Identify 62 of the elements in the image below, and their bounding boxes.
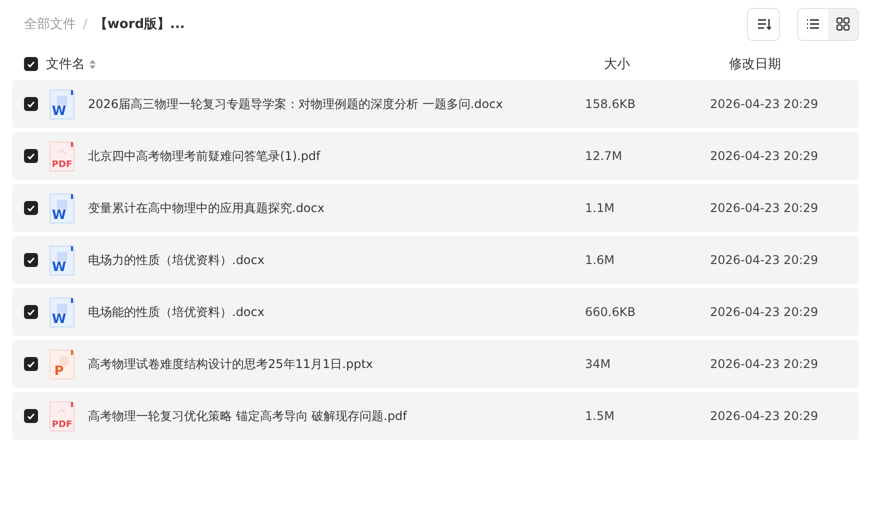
breadcrumb-current: 【word版】... — [94, 16, 185, 33]
column-header: 修改日期 — [729, 56, 781, 73]
row-checkbox[interactable] — [24, 305, 38, 319]
file-row[interactable]: W 电场能的性质（培优资料）.docx 660.6KB 2026-04-23 20:29 — [12, 288, 859, 336]
list-view-button[interactable] — [798, 8, 828, 40]
file-row[interactable]: PDF 北京四中高考物理考前疑难问答笔录(1).pdf 12.7M 2026-04-23 20:29 — [12, 132, 859, 180]
file-icon: W — [49, 244, 75, 276]
row-checkbox[interactable] — [24, 409, 38, 423]
sort-button[interactable] — [747, 8, 780, 40]
modified-date: 2026-04-23 20:29 — [710, 149, 820, 163]
file-name[interactable]: 高考物理一轮复习优化策略 锚定高考导向 破解现存问题.pdf — [88, 408, 585, 424]
row-checkbox[interactable] — [24, 253, 38, 267]
modified-date: 2026-04-23 20:29 — [710, 253, 820, 267]
check-icon — [27, 412, 35, 420]
file-name[interactable]: 变量累计在高中物理中的应用真题探究.docx — [88, 200, 585, 216]
file-name[interactable]: 高考物理试卷难度结构设计的思考25年11月1日.pptx — [88, 356, 585, 372]
check-icon — [27, 100, 35, 108]
column-header: 大小 — [604, 56, 630, 73]
list-icon — [806, 18, 820, 30]
check-icon — [27, 256, 35, 264]
file-row[interactable]: P 高考物理试卷难度结构设计的思考25年11月1日.pptx 34M 2026-04-23 20:29 — [12, 340, 859, 388]
file-row[interactable]: W 2026届高三物理一轮复习专题导学案：对物理例题的深度分析 一题多问.docx 158.6KB 2026-04-23 20:29 — [12, 80, 859, 128]
check-icon — [27, 60, 35, 68]
sort-icon — [756, 17, 770, 31]
breadcrumb-separator: / — [83, 16, 88, 32]
select-all-checkbox[interactable] — [24, 57, 38, 71]
file-size: 660.6KB — [585, 305, 636, 319]
check-icon — [27, 308, 35, 316]
file-name[interactable]: 2026届高三物理一轮复习专题导学案：对物理例题的深度分析 一题多问.docx — [88, 96, 585, 112]
file-size: 1.1M — [585, 201, 616, 215]
modified-date: 2026-04-23 20:29 — [710, 305, 820, 319]
file-name[interactable]: 电场能的性质（培优资料）.docx — [88, 304, 585, 320]
file-size: 1.5M — [585, 409, 616, 423]
file-icon: P — [49, 348, 75, 380]
sort-toggle-icon[interactable] — [89, 58, 96, 70]
row-checkbox[interactable] — [24, 201, 38, 215]
row-checkbox[interactable] — [24, 97, 38, 111]
file-icon: W — [49, 296, 75, 328]
file-size: 12.7M — [585, 149, 624, 163]
file-row[interactable]: W 电场力的性质（培优资料）.docx 1.6M 2026-04-23 20:29 — [12, 236, 859, 284]
file-name[interactable]: 北京四中高考物理考前疑难问答笔录(1).pdf — [88, 148, 585, 164]
file-size: 34M — [585, 357, 612, 371]
modified-date: 2026-04-23 20:29 — [710, 409, 820, 423]
modified-date: 2026-04-23 20:29 — [710, 357, 820, 371]
modified-date: 2026-04-23 20:29 — [710, 201, 820, 215]
modified-date: 2026-04-23 20:29 — [710, 97, 820, 111]
check-icon — [27, 360, 35, 368]
column-header[interactable]: 文件名 — [46, 55, 96, 73]
row-checkbox[interactable] — [24, 357, 38, 371]
file-name[interactable]: 电场力的性质（培优资料）.docx — [88, 252, 585, 268]
grid-icon — [836, 17, 850, 31]
file-icon: W — [49, 88, 75, 120]
file-icon: PDF — [49, 140, 75, 172]
file-size: 158.6KB — [585, 97, 636, 111]
file-row[interactable]: W 变量累计在高中物理中的应用真题探究.docx 1.1M 2026-04-23 20:29 — [12, 184, 859, 232]
file-row[interactable]: PDF 高考物理一轮复习优化策略 锚定高考导向 破解现存问题.pdf 1.5M 2026-04-23 20:29 — [12, 392, 859, 440]
check-icon — [27, 204, 35, 212]
row-checkbox[interactable] — [24, 149, 38, 163]
check-icon — [27, 152, 35, 160]
file-icon: PDF — [49, 400, 75, 432]
file-icon: W — [49, 192, 75, 224]
file-size: 1.6M — [585, 253, 616, 267]
